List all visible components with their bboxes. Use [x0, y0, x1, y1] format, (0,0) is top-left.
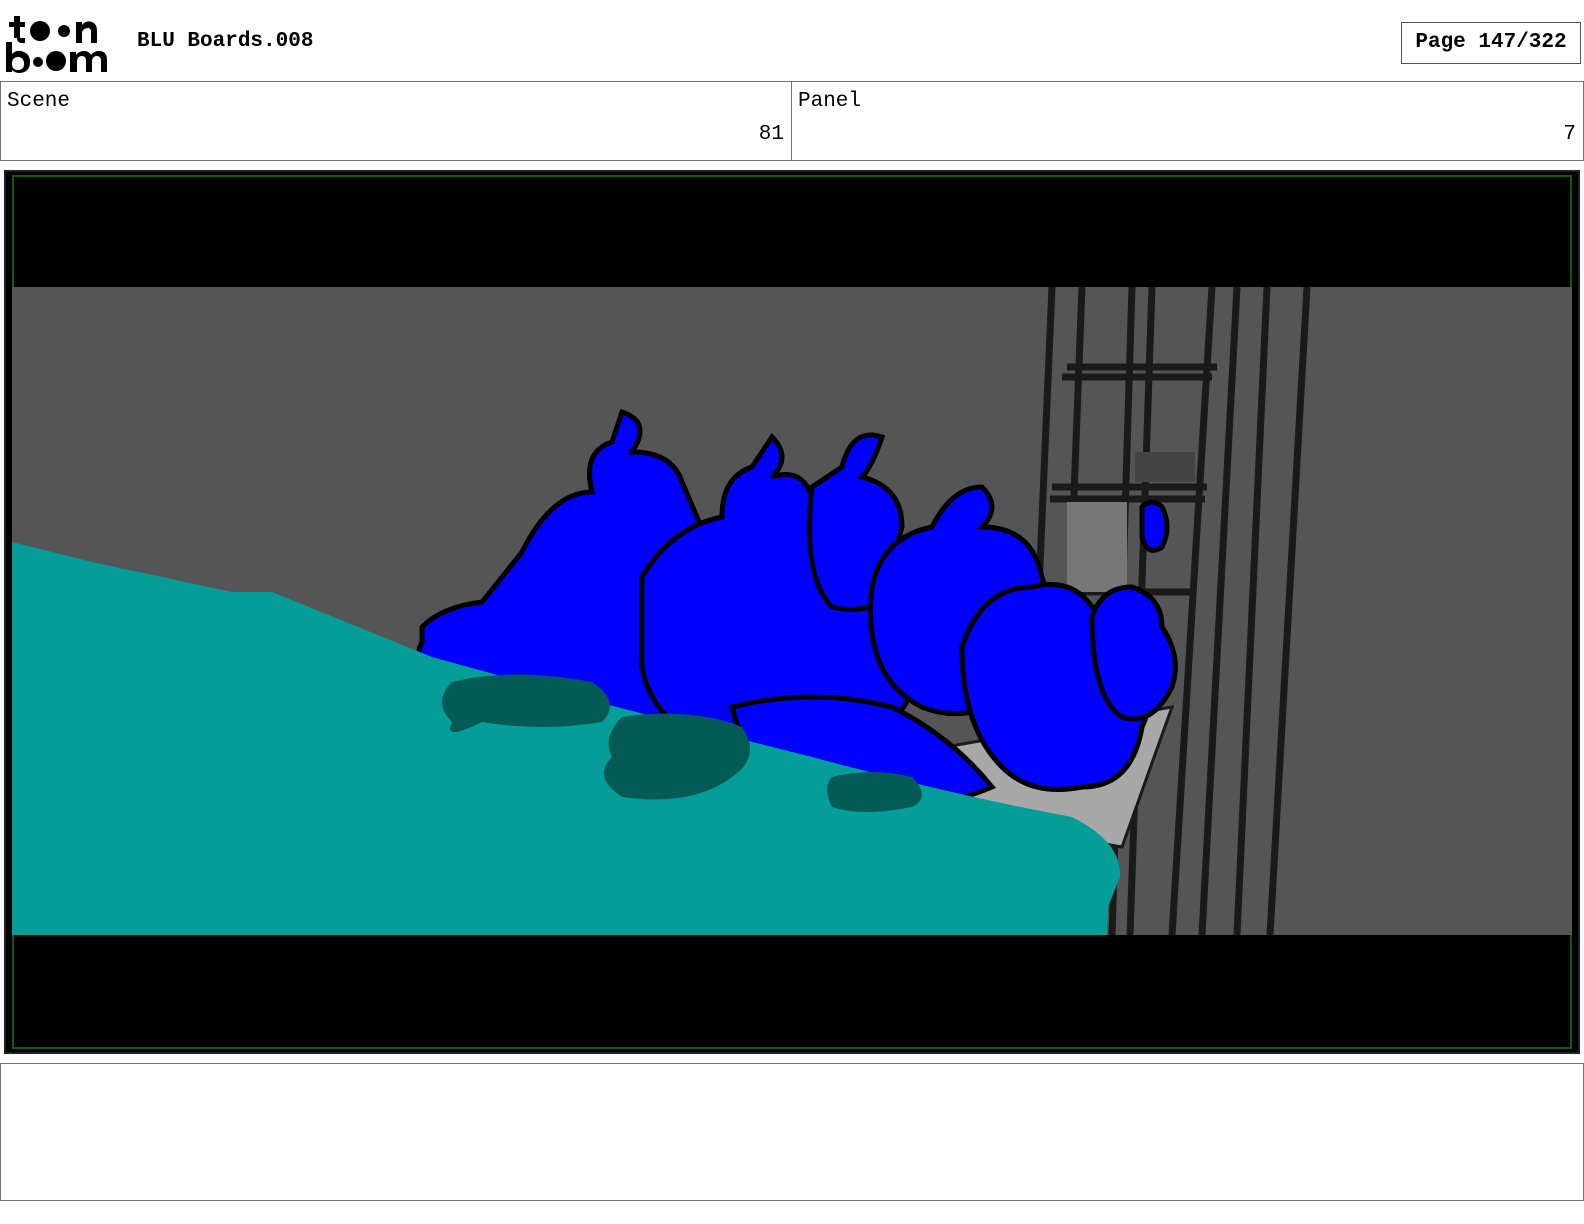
scene-number: 81 — [758, 123, 784, 146]
scene-label: Scene — [7, 90, 71, 113]
page-indicator: Page 147/322 — [1401, 22, 1581, 64]
scene-panel-row: Scene 81 Panel 7 — [0, 81, 1584, 161]
panel-label: Panel — [798, 90, 862, 113]
notes-area — [0, 1063, 1584, 1201]
storyboard-artwork — [12, 287, 1572, 935]
panel-cell: Panel 7 — [792, 82, 1584, 160]
toon-boom-logo — [6, 16, 107, 73]
document-title: BLU Boards.008 — [137, 30, 314, 53]
scene-cell: Scene 81 — [0, 82, 792, 160]
panel-number: 7 — [1563, 123, 1576, 146]
